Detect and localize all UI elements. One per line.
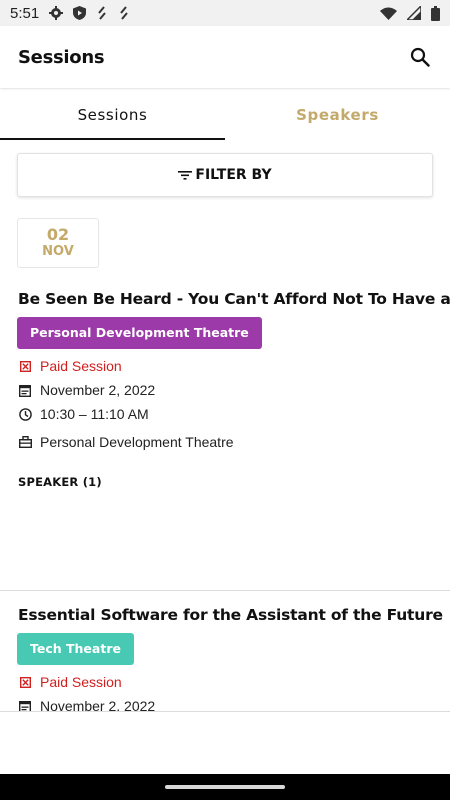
- session-title: Essential Software for the Assistant of …: [18, 606, 443, 624]
- date-month: NOV: [42, 244, 74, 259]
- room-icon: [18, 435, 32, 449]
- session-card[interactable]: Essential Software for the Assistant of …: [0, 606, 450, 711]
- home-gesture-pill[interactable]: [165, 785, 285, 789]
- speaker-count-header: SPEAKER (1): [18, 475, 102, 489]
- track-badge: Tech Theatre: [17, 633, 134, 665]
- tab-sessions[interactable]: Sessions: [0, 89, 225, 140]
- date-day: 02: [46, 225, 70, 244]
- session-date: November 2, 2022: [40, 698, 156, 711]
- session-card[interactable]: Be Seen Be Heard - You Can't Afford Not …: [0, 290, 450, 489]
- session-room-row: Personal Development Theatre: [18, 430, 450, 454]
- session-room: Personal Development Theatre: [40, 434, 234, 450]
- paid-session-label: Paid Session: [40, 358, 122, 374]
- paid-x-icon: [18, 359, 32, 373]
- session-date-row: November 2, 2022: [18, 694, 450, 711]
- filter-icon: [178, 169, 193, 181]
- content-scroll-area[interactable]: Sessions Speakers FILTER BY 02 NOV Be Se…: [0, 0, 450, 711]
- filter-button[interactable]: FILTER BY: [17, 153, 433, 197]
- tab-bar: Sessions Speakers: [0, 89, 450, 140]
- calendar-icon: [18, 383, 32, 397]
- system-nav-bar: [0, 774, 450, 800]
- track-badge: Personal Development Theatre: [17, 317, 262, 349]
- session-divider: [0, 590, 450, 591]
- bottom-area: [0, 712, 450, 774]
- date-chip[interactable]: 02 NOV: [17, 218, 99, 268]
- paid-session-label: Paid Session: [40, 674, 122, 690]
- session-date: November 2, 2022: [40, 382, 156, 398]
- calendar-icon: [18, 699, 32, 711]
- filter-label: FILTER BY: [195, 167, 272, 183]
- session-date-row: November 2, 2022: [18, 378, 450, 402]
- paid-session-row: Paid Session: [18, 354, 450, 378]
- tab-speakers[interactable]: Speakers: [225, 89, 450, 140]
- paid-x-icon: [18, 675, 32, 689]
- clock-icon: [18, 407, 32, 421]
- paid-session-row: Paid Session: [18, 670, 450, 694]
- session-title: Be Seen Be Heard - You Can't Afford Not …: [18, 290, 450, 308]
- session-time-row: 10:30 – 11:10 AM: [18, 402, 450, 426]
- session-time: 10:30 – 11:10 AM: [40, 406, 149, 422]
